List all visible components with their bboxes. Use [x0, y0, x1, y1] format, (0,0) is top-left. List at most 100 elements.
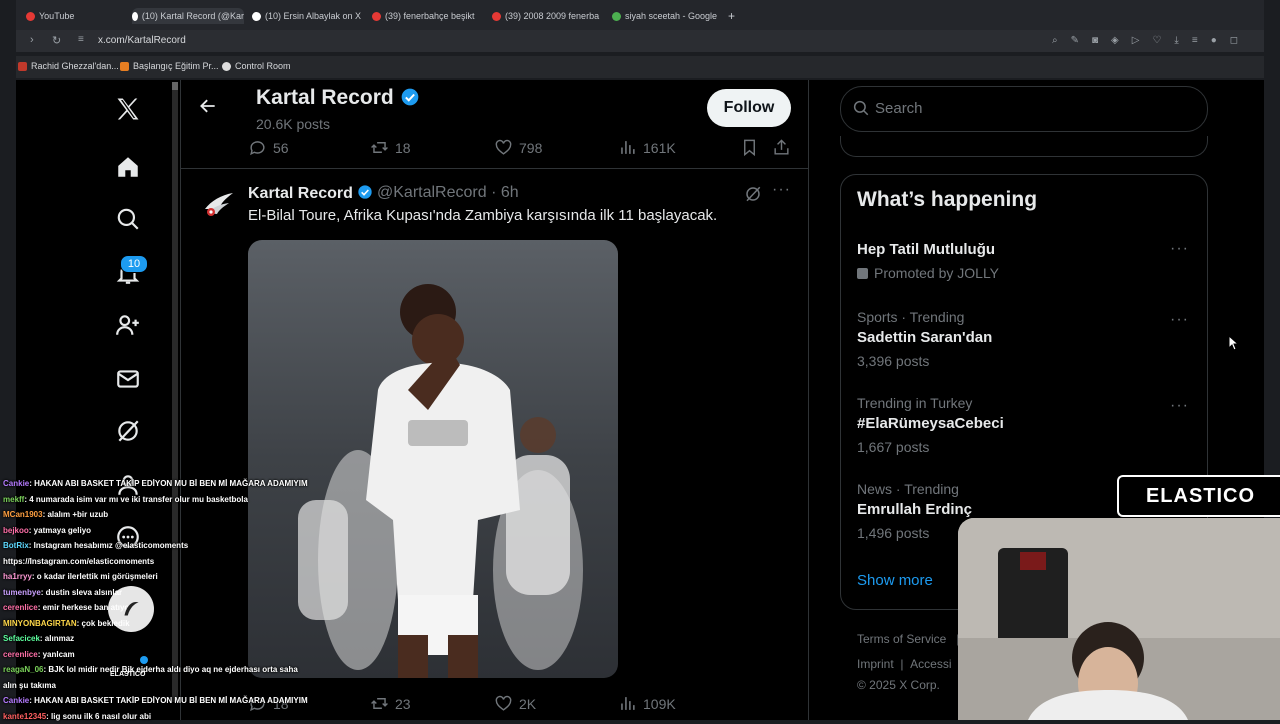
profile-post-count: 20.6K posts — [256, 116, 330, 132]
tweet-divider — [181, 168, 808, 169]
tweet-author-name[interactable]: Kartal Record — [248, 184, 373, 203]
new-tab-icon[interactable]: + — [728, 8, 742, 24]
chat-message: https://Instagram.com/elasticomoments — [0, 554, 320, 570]
search-icon[interactable] — [113, 204, 143, 234]
home-icon[interactable] — [113, 152, 143, 182]
bookmark-item[interactable]: Rachid Ghezzal'dan... — [18, 61, 119, 71]
repost-action[interactable]: 18 — [370, 138, 411, 157]
chat-text: : lig sonu ilk 6 nasıl olur abi — [46, 712, 151, 721]
trend-item-title[interactable]: Emrullah Erdinç — [857, 501, 972, 518]
reload-icon[interactable]: ↻ — [52, 34, 61, 47]
tab-favicon — [252, 12, 261, 21]
follow-button[interactable]: Follow — [707, 89, 791, 127]
browser-tab-bar: YouTube (10) Kartal Record (@Kar (10) Er… — [16, 0, 1264, 30]
browser-tab[interactable]: YouTube — [26, 8, 126, 24]
trend-item-meta: News · Trending — [857, 481, 959, 497]
menu-icon[interactable]: ≡ — [1192, 35, 1198, 46]
follow-person-icon[interactable] — [113, 310, 143, 340]
notification-dot — [140, 656, 148, 664]
share-icon[interactable] — [772, 138, 791, 162]
address-bar: › ↻ ≡ ⌕ ✎ ◙ ◈ ▷ ♡ ⤓ ≡ ● ◻ — [16, 30, 1264, 52]
chat-username: mekff — [3, 495, 24, 504]
forward-icon[interactable]: › — [30, 34, 34, 46]
search-input[interactable]: Search — [875, 100, 923, 117]
extension-icon[interactable]: ◻ — [1230, 35, 1238, 46]
browser-tab[interactable]: (10) Ersin Albaylak on X — [252, 8, 364, 24]
reply-action[interactable]: 56 — [248, 138, 289, 157]
chat-username: cerenlice — [3, 603, 38, 612]
chat-text: : Instagram hesabımız @elasticomoments — [29, 541, 188, 550]
repost-icon — [370, 138, 389, 157]
trend-item-posts: 3,396 posts — [857, 353, 929, 369]
repost-action[interactable]: 23 — [370, 694, 411, 713]
edit-icon[interactable]: ✎ — [1071, 35, 1079, 46]
chat-username: Cankie — [3, 696, 29, 705]
views-action[interactable]: 161K — [618, 138, 676, 157]
camera-icon[interactable]: ◙ — [1092, 35, 1098, 46]
chat-message: BotRix: Instagram hesabımız @elasticomom… — [0, 538, 320, 554]
chat-message: MCan1903: alalım +bir uzub — [0, 507, 320, 523]
trend-more-icon[interactable]: ··· — [1170, 240, 1189, 258]
sidebar-card-edge — [840, 136, 1208, 157]
play-icon[interactable]: ▷ — [1132, 35, 1140, 46]
streamer-webcam-icon — [958, 518, 1280, 720]
chat-text: : alınmaz — [40, 634, 74, 643]
zoom-icon[interactable]: ⌕ — [1052, 35, 1058, 46]
profile-name: Kartal Record — [256, 86, 420, 110]
chat-message: MINYONBAGIRTAN: çok bekledik — [0, 616, 320, 632]
trend-more-icon[interactable]: ··· — [1170, 397, 1189, 415]
profile-icon[interactable]: ● — [1211, 35, 1217, 46]
chat-text: : o kadar ilerlettik mi görüşmeleri — [32, 572, 158, 581]
x-logo-icon[interactable] — [113, 94, 143, 124]
browser-tab[interactable]: (39) fenerbahçe beşikt — [372, 8, 484, 24]
views-action[interactable]: 109K — [618, 694, 676, 713]
accessibility-link[interactable]: Accessi — [910, 657, 951, 671]
shield-icon[interactable]: ◈ — [1111, 35, 1119, 46]
bookmark-favicon — [18, 62, 27, 71]
trend-item-title[interactable]: #ElaRümeysaCebeci — [857, 415, 1004, 432]
heart-icon[interactable]: ♡ — [1152, 35, 1161, 46]
mouse-cursor-icon — [1228, 335, 1240, 356]
webcam-feed — [958, 518, 1280, 720]
chat-message: mekff: 4 numarada isim var mı ve iki tra… — [0, 492, 320, 508]
copyright-text: © 2025 X Corp. — [857, 678, 940, 692]
elastico-brand-badge: ELASTICO — [1117, 475, 1280, 517]
bookmark-item[interactable]: Control Room — [222, 61, 291, 71]
chat-message: Cankie: HAKAN ABI BASKET TAKİP EDİYON MU… — [0, 693, 320, 709]
browser-tab[interactable]: (39) 2008 2009 fenerba — [492, 8, 604, 24]
bookmark-item[interactable]: Başlangıç Eğitim Pr... — [120, 61, 219, 71]
download-icon[interactable]: ⤓ — [1174, 35, 1178, 46]
promoted-label: Promoted by JOLLY — [857, 265, 999, 281]
grok-icon[interactable] — [113, 416, 143, 446]
avatar[interactable] — [200, 186, 236, 222]
grok-icon[interactable] — [744, 185, 762, 208]
trend-item-title[interactable]: Sadettin Saran'dan — [857, 329, 992, 346]
terms-link[interactable]: Terms of Service — [857, 632, 946, 646]
footer-links: Imprint | Accessi — [857, 657, 952, 671]
like-action[interactable]: 798 — [494, 138, 542, 157]
footer-separator: | — [900, 657, 903, 671]
footer-links: Terms of Service | — [857, 632, 960, 646]
tweet-handle-time[interactable]: @KartalRecord · 6h — [377, 184, 519, 202]
show-more-link[interactable]: Show more — [857, 572, 933, 589]
verified-badge-icon — [400, 87, 420, 107]
trend-item-title[interactable]: Hep Tatil Mutluluğu — [857, 241, 995, 258]
site-settings-icon[interactable]: ≡ — [78, 34, 84, 45]
browser-tab-active[interactable]: (10) Kartal Record (@Kar — [132, 8, 244, 24]
chat-username: bejkoo — [3, 526, 29, 535]
chat-text: : yatmaya geliyo — [29, 526, 91, 535]
trend-more-icon[interactable]: ··· — [1170, 311, 1189, 329]
bookmark-icon[interactable] — [740, 138, 759, 162]
url-text[interactable]: x.com/KartalRecord — [98, 35, 186, 46]
trend-item-posts: 1,496 posts — [857, 525, 929, 541]
scrollbar-thumb[interactable] — [172, 82, 178, 90]
tweet-more-icon[interactable]: ··· — [772, 181, 791, 199]
back-arrow-icon[interactable] — [198, 96, 218, 121]
browser-tab[interactable]: siyah sceetah - Google — [612, 8, 724, 24]
like-action[interactable]: 2K — [494, 694, 536, 713]
chat-message: cerenlice: yanlcam — [0, 647, 320, 663]
imprint-link[interactable]: Imprint — [857, 657, 894, 671]
messages-mail-icon[interactable] — [113, 364, 143, 394]
tweet-text: El-Bilal Toure, Afrika Kupası'nda Zambiy… — [248, 207, 717, 224]
chat-username: cerenlice — [3, 650, 38, 659]
